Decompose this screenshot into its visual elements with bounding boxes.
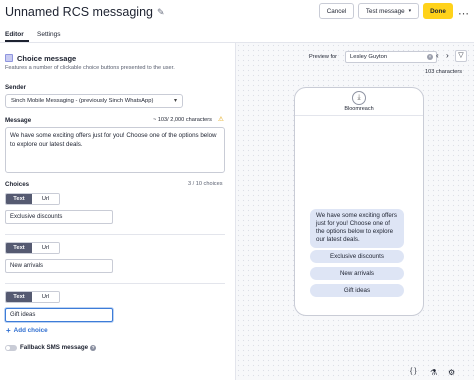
- preview-for-input[interactable]: Lesley Guyton ×: [345, 51, 437, 63]
- divider: [5, 283, 225, 284]
- preview-for-value: Lesley Guyton: [350, 54, 388, 60]
- cancel-button[interactable]: Cancel: [319, 3, 354, 19]
- code-braces-icon[interactable]: { }: [410, 368, 417, 375]
- choice-2-type-url[interactable]: Url: [32, 243, 59, 253]
- fallback-sms-toggle[interactable]: [5, 345, 17, 351]
- flask-icon[interactable]: ⚗: [430, 368, 437, 377]
- choice-1-input[interactable]: Exclusive discounts: [5, 210, 113, 224]
- chevron-down-icon: ▾: [173, 98, 177, 104]
- choices-counter: 3 / 10 choices: [188, 181, 223, 187]
- tab-settings[interactable]: Settings: [37, 31, 61, 38]
- choices-label: Choices: [5, 181, 30, 188]
- divider: [5, 234, 225, 235]
- char-count: 103 characters: [425, 69, 463, 75]
- chevron-down-icon: ▾: [408, 8, 412, 14]
- message-label: Message: [5, 117, 32, 124]
- choice-3-type-text[interactable]: Text: [6, 292, 32, 302]
- choice-block-icon: [5, 54, 13, 62]
- message-counter: ~ 103/ 2,000 characters: [153, 117, 212, 123]
- choice-3-type-toggle: Text Url: [5, 291, 60, 303]
- filter-icon[interactable]: ▽: [455, 50, 467, 62]
- page-title: Unnamed RCS messaging: [5, 5, 153, 19]
- add-choice-button[interactable]: + Add choice: [6, 326, 48, 335]
- chevron-right-icon[interactable]: ›: [446, 51, 449, 60]
- choice-2-type-toggle: Text Url: [5, 242, 60, 254]
- preview-for-label: Preview for: [309, 54, 337, 60]
- fallback-label: Fallback SMS message: [20, 344, 89, 351]
- choice-1-type-text[interactable]: Text: [6, 194, 32, 204]
- choice-1-type-url[interactable]: Url: [32, 194, 59, 204]
- add-choice-label: Add choice: [13, 327, 48, 334]
- choice-1-type-toggle: Text Url: [5, 193, 60, 205]
- suggestion-chip[interactable]: New arrivals: [310, 267, 404, 280]
- choice-3-type-url[interactable]: Url: [32, 292, 59, 302]
- choice-2-type-text[interactable]: Text: [6, 243, 32, 253]
- choice-3-input[interactable]: Gift ideas: [5, 308, 113, 322]
- block-description: Features a number of clickable choice bu…: [5, 65, 175, 71]
- block-title: Choice message: [17, 54, 77, 63]
- download-icon: ⤓: [352, 91, 366, 105]
- sender-value: Sinch Mobile Messaging - (previously Sin…: [11, 98, 154, 104]
- sender-select[interactable]: Sinch Mobile Messaging - (previously Sin…: [5, 94, 183, 108]
- done-button[interactable]: Done: [423, 3, 453, 19]
- help-icon[interactable]: ?: [90, 344, 97, 351]
- divider: [295, 115, 423, 116]
- choice-2-input[interactable]: New arrivals: [5, 259, 113, 273]
- sender-label: Sender: [5, 84, 26, 91]
- plus-icon: +: [6, 326, 11, 335]
- chevron-left-icon[interactable]: ‹: [436, 51, 439, 60]
- tab-editor[interactable]: Editor: [5, 31, 24, 38]
- suggestion-chip[interactable]: Exclusive discounts: [310, 250, 404, 263]
- page-title-row: Unnamed RCS messaging ✎: [5, 5, 165, 19]
- message-textarea[interactable]: We have some exciting offers just for yo…: [5, 127, 225, 173]
- test-message-label: Test message: [365, 7, 405, 15]
- message-bubble: We have some exciting offers just for yo…: [310, 209, 404, 248]
- clear-icon[interactable]: ×: [427, 54, 433, 60]
- brand-name: Bloomreach: [344, 106, 374, 112]
- test-message-button[interactable]: Test message ▾: [358, 3, 419, 19]
- pencil-icon[interactable]: ✎: [157, 7, 165, 18]
- phone-preview: [294, 87, 424, 316]
- suggestion-chip[interactable]: Gift ideas: [310, 284, 404, 297]
- warning-icon: ⚠: [218, 116, 224, 123]
- gear-icon[interactable]: ⚙: [448, 368, 455, 377]
- more-horizontal-icon[interactable]: ⋯: [458, 7, 469, 20]
- fallback-row: Fallback SMS message ?: [20, 344, 97, 351]
